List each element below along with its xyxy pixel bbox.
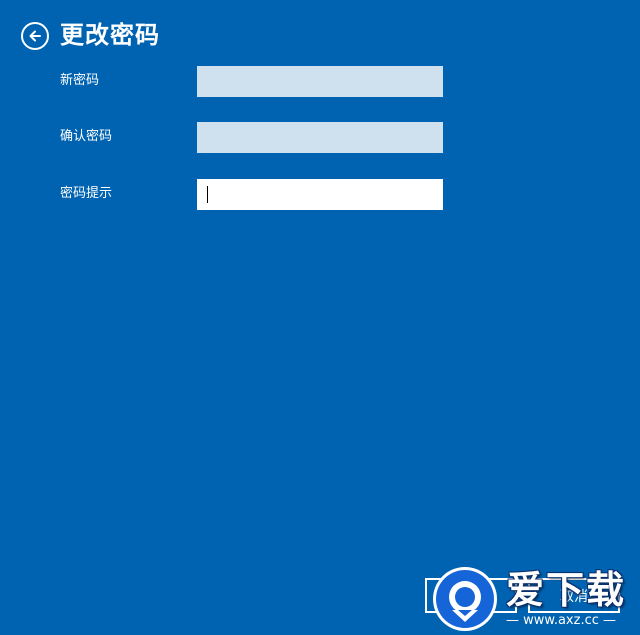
password-hint-input[interactable]: [197, 179, 443, 210]
confirm-password-input[interactable]: [197, 122, 443, 153]
watermark-url: — www.axz.cc —: [506, 613, 617, 628]
watermark-brand: 爱下载: [506, 568, 627, 612]
confirm-password-label: 确认密码: [60, 129, 113, 144]
page-title: 更改密码: [60, 21, 160, 49]
watermark: 爱下载 — www.axz.cc —: [432, 566, 638, 632]
password-hint-label: 密码提示: [60, 186, 113, 201]
text-caret: [207, 186, 208, 203]
back-button[interactable]: [21, 22, 49, 50]
new-password-label: 新密码: [60, 73, 100, 88]
arrow-left-icon: [29, 30, 41, 42]
axz-logo-icon: [433, 567, 497, 631]
new-password-input[interactable]: [197, 66, 443, 97]
